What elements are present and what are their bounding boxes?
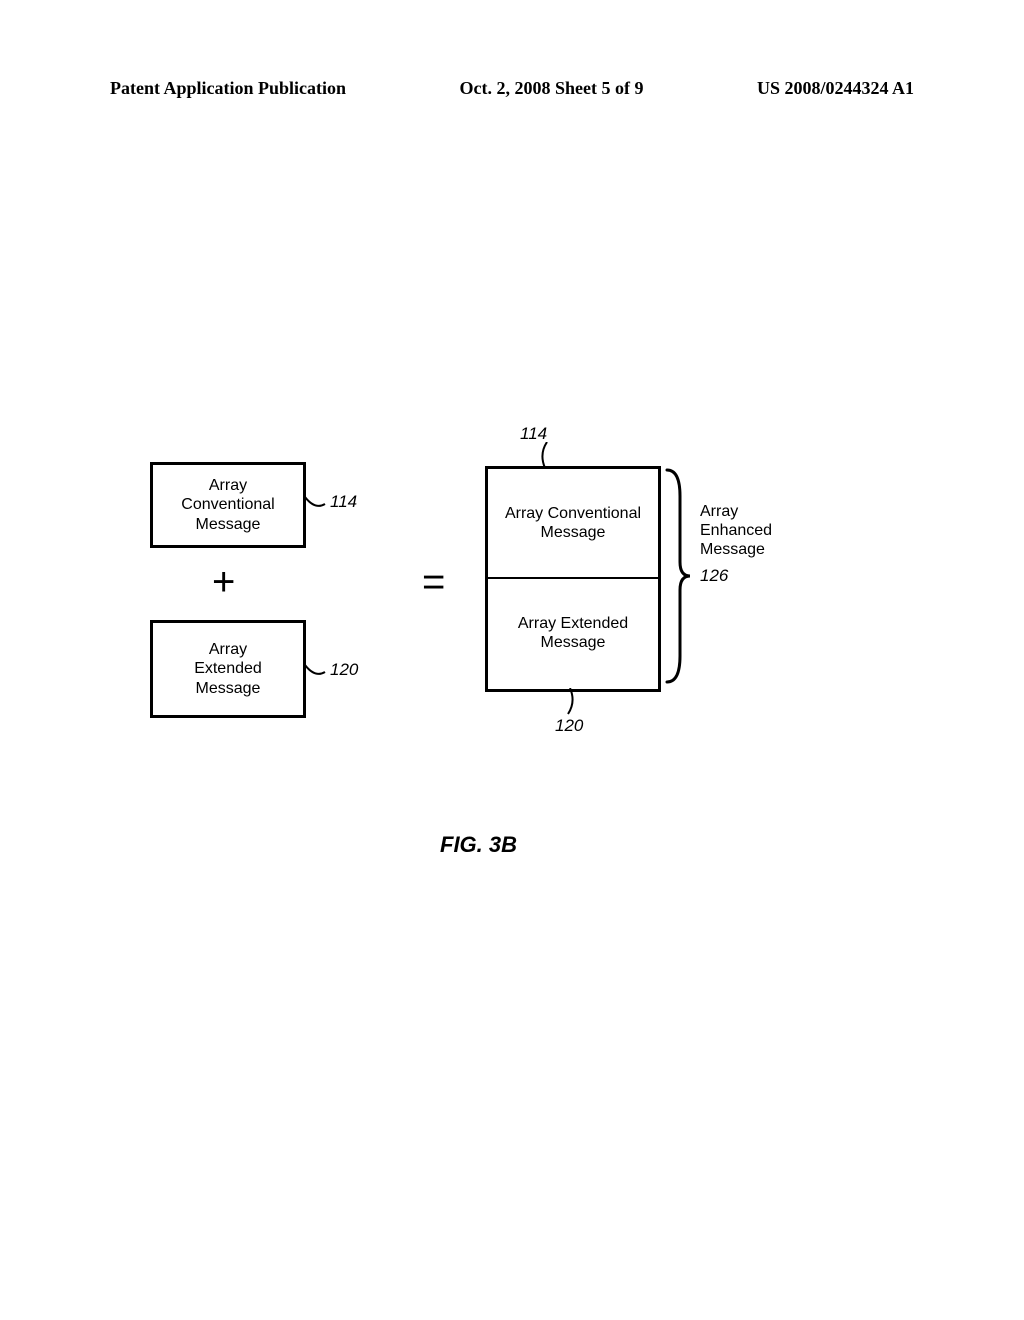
stack-top-cell: Array Conventional Message <box>488 469 658 577</box>
leader-tick <box>535 442 555 473</box>
stack-bottom-cell: Array Extended Message <box>488 579 658 687</box>
box-text: Array Extended Message <box>194 640 262 698</box>
brace-right <box>662 466 692 686</box>
equals-symbol: = <box>422 560 445 605</box>
ref-114-left: 114 <box>330 492 357 512</box>
label-array-enhanced-message: Array Enhanced Message <box>700 502 772 560</box>
header-center: Oct. 2, 2008 Sheet 5 of 9 <box>460 78 644 99</box>
page-header: Patent Application Publication Oct. 2, 2… <box>110 78 914 99</box>
ref-114-stack: 114 <box>520 424 547 444</box>
box-text: Array Conventional Message <box>181 476 274 534</box>
figure-diagram: Array Conventional Message 114 + Array E… <box>140 430 900 860</box>
ref-120-left: 120 <box>330 660 358 680</box>
box-text: Array Extended Message <box>488 614 658 652</box>
header-left: Patent Application Publication <box>110 78 346 99</box>
ref-120-stack: 120 <box>555 716 583 736</box>
page: Patent Application Publication Oct. 2, 2… <box>0 0 1024 1320</box>
box-text: Array Conventional Message <box>488 504 658 542</box>
ref-126: 126 <box>700 566 728 586</box>
box-array-extended-message-left: Array Extended Message <box>150 620 306 718</box>
figure-caption: FIG. 3B <box>440 832 517 858</box>
plus-symbol: + <box>212 560 235 605</box>
box-array-enhanced-stack: Array Conventional Message Array Extende… <box>485 466 661 692</box>
box-array-conventional-message-left: Array Conventional Message <box>150 462 306 548</box>
header-right: US 2008/0244324 A1 <box>757 78 914 99</box>
